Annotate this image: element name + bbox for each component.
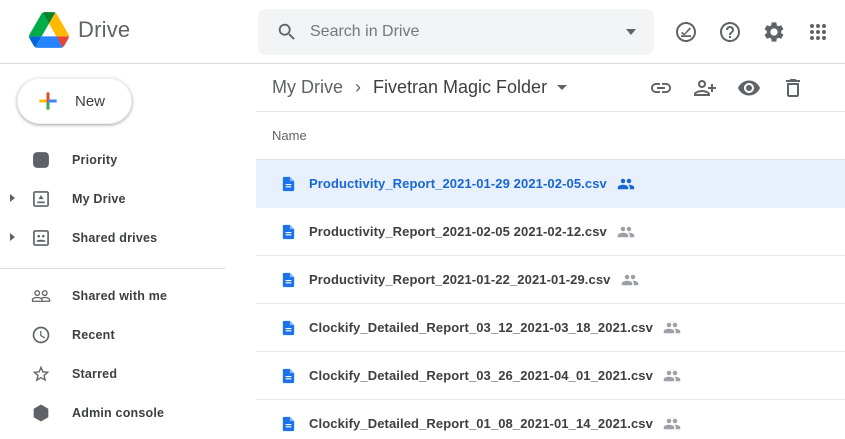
file-row[interactable]: Clockify_Detailed_Report_01_08_2021-01_1… [256, 400, 845, 439]
file-name: Productivity_Report_2021-01-29 2021-02-0… [309, 176, 607, 191]
trash-icon[interactable] [781, 76, 805, 100]
file-name: Clockify_Detailed_Report_03_26_2021-04_0… [309, 368, 653, 383]
file-row[interactable]: Productivity_Report_2021-02-05 2021-02-1… [256, 208, 845, 256]
file-row[interactable]: Clockify_Detailed_Report_03_12_2021-03_1… [256, 304, 845, 352]
sidebar-item-label: Priority [72, 153, 117, 167]
my-drive-icon [31, 189, 51, 209]
admin-console-icon [31, 403, 51, 423]
help-icon[interactable] [718, 20, 742, 44]
main-content: My Drive › Fivetran Magic Folder [256, 64, 845, 439]
new-button-label: New [75, 93, 105, 110]
offline-status-icon[interactable] [674, 20, 698, 44]
folder-menu-caret-icon[interactable] [557, 85, 567, 90]
csv-file-icon [280, 318, 297, 338]
shared-people-icon [617, 175, 635, 193]
sidebar-divider [0, 268, 225, 269]
shared-people-icon [663, 319, 681, 337]
shared-people-icon [621, 271, 639, 289]
file-name: Productivity_Report_2021-02-05 2021-02-1… [309, 224, 607, 239]
shared-drives-icon [31, 228, 51, 248]
sidebar-item-starred[interactable]: Starred [0, 354, 256, 393]
file-name: Clockify_Detailed_Report_03_12_2021-03_1… [309, 320, 653, 335]
expand-arrow-icon[interactable] [10, 194, 15, 202]
sidebar-item-recent[interactable]: Recent [0, 315, 256, 354]
sidebar-item-label: My Drive [72, 192, 126, 206]
breadcrumb: My Drive › Fivetran Magic Folder [272, 77, 567, 98]
sidebar-item-label: Shared drives [72, 231, 157, 245]
file-name: Productivity_Report_2021-01-22_2021-01-2… [309, 272, 611, 287]
starred-icon [31, 364, 51, 384]
breadcrumb-parent[interactable]: My Drive [272, 77, 343, 98]
link-icon[interactable] [649, 76, 673, 100]
sidebar-item-label: Recent [72, 328, 115, 342]
file-row[interactable]: Productivity_Report_2021-01-22_2021-01-2… [256, 256, 845, 304]
sidebar: New Priority My Drive [0, 64, 256, 439]
file-row[interactable]: Productivity_Report_2021-01-29 2021-02-0… [256, 160, 845, 208]
csv-file-icon [280, 414, 297, 434]
file-row[interactable]: Clockify_Detailed_Report_03_26_2021-04_0… [256, 352, 845, 400]
app-name: Drive [78, 17, 130, 43]
sidebar-item-admin-console[interactable]: Admin console [0, 393, 256, 432]
new-plus-icon [35, 88, 61, 114]
csv-file-icon [280, 366, 297, 386]
search-icon [276, 21, 298, 43]
eye-icon[interactable] [737, 76, 761, 100]
priority-icon [31, 150, 51, 170]
drive-logo-icon [29, 12, 69, 48]
search-options-caret-icon[interactable] [626, 29, 636, 35]
sidebar-item-label: Starred [72, 367, 117, 381]
app-header: Drive [0, 0, 845, 64]
sidebar-item-label: Shared with me [72, 289, 167, 303]
folder-toolbar: My Drive › Fivetran Magic Folder [256, 64, 845, 112]
sidebar-item-my-drive[interactable]: My Drive [0, 179, 256, 218]
recent-icon [31, 325, 51, 345]
file-name: Clockify_Detailed_Report_01_08_2021-01_1… [309, 416, 653, 431]
csv-file-icon [280, 270, 297, 290]
settings-icon[interactable] [762, 20, 786, 44]
sidebar-item-priority[interactable]: Priority [0, 140, 256, 179]
search-input[interactable] [310, 23, 626, 41]
expand-arrow-icon[interactable] [10, 233, 15, 241]
person-add-icon[interactable] [693, 76, 717, 100]
apps-grid-icon[interactable] [806, 20, 830, 44]
breadcrumb-current-folder[interactable]: Fivetran Magic Folder [373, 77, 547, 98]
sidebar-item-shared-drives[interactable]: Shared drives [0, 218, 256, 257]
new-button[interactable]: New [17, 78, 132, 124]
sidebar-item-shared-with-me[interactable]: Shared with me [0, 276, 256, 315]
column-header-name[interactable]: Name [256, 112, 845, 160]
shared-people-icon [617, 223, 635, 241]
search-bar[interactable] [258, 9, 654, 55]
drive-logo[interactable]: Drive [29, 12, 130, 48]
shared-people-icon [663, 415, 681, 433]
shared-with-me-icon [31, 286, 51, 306]
sidebar-item-label: Admin console [72, 406, 164, 420]
csv-file-icon [280, 222, 297, 242]
breadcrumb-separator-icon: › [355, 77, 361, 98]
csv-file-icon [280, 174, 297, 194]
shared-people-icon [663, 367, 681, 385]
